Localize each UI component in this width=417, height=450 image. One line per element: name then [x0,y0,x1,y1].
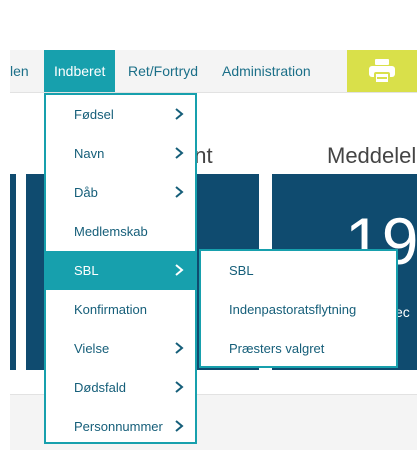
menu-item-fodsel[interactable]: Fødsel [46,95,195,134]
top-strip [0,0,417,50]
menu-item-label: Dåb [74,185,98,200]
menu-item-daab[interactable]: Dåb [46,173,195,212]
submenu-item-label: SBL [229,263,254,278]
nav-item-indberet[interactable]: Indberet [44,50,116,92]
dashboard-tile-left-edge [10,174,16,370]
menu-item-label: Medlemskab [74,224,148,239]
section-title-right: Meddelel [327,143,417,168]
indberet-dropdown-menu: Fødsel Navn Dåb Medlemskab SBL Konfirmat… [44,93,197,444]
chevron-right-icon [175,108,184,120]
menu-item-personnummer[interactable]: Personnummer [46,407,195,446]
nav-item-partial[interactable]: len [10,50,29,92]
printer-icon [369,59,395,84]
sbl-submenu: SBL Indenpastoratsflytning Præsters valg… [199,249,398,368]
menu-item-medlemskab[interactable]: Medlemskab [46,212,195,251]
submenu-item-label: Indenpastoratsflytning [229,302,357,317]
chevron-right-icon [175,264,184,276]
menu-item-dodsfald[interactable]: Dødsfald [46,368,195,407]
chevron-right-icon [175,147,184,159]
submenu-item-label: Præsters valgret [229,341,325,356]
menu-item-label: Personnummer [74,419,163,434]
menu-item-label: Vielse [74,341,110,356]
menu-item-label: Fødsel [74,107,114,122]
menu-item-label: SBL [74,263,99,278]
menu-item-konfirmation[interactable]: Konfirmation [46,290,195,329]
menu-item-label: Navn [74,146,105,161]
chevron-right-icon [175,186,184,198]
nav-item-ret-fortryd[interactable]: Ret/Fortryd [128,50,198,92]
menu-item-label: Dødsfald [74,380,127,395]
menu-item-label: Konfirmation [74,302,147,317]
submenu-item-sbl[interactable]: SBL [201,251,396,290]
submenu-item-praesters-valgret[interactable]: Præsters valgret [201,329,396,368]
menu-item-sbl[interactable]: SBL [46,251,195,290]
menu-item-vielse[interactable]: Vielse [46,329,195,368]
chevron-right-icon [175,342,184,354]
submenu-item-indenpastoratsflytning[interactable]: Indenpastoratsflytning [201,290,396,329]
chevron-right-icon [175,381,184,393]
nav-item-administration[interactable]: Administration [222,50,311,92]
print-button[interactable] [347,50,417,92]
chevron-right-icon [175,420,184,432]
menu-item-navn[interactable]: Navn [46,134,195,173]
